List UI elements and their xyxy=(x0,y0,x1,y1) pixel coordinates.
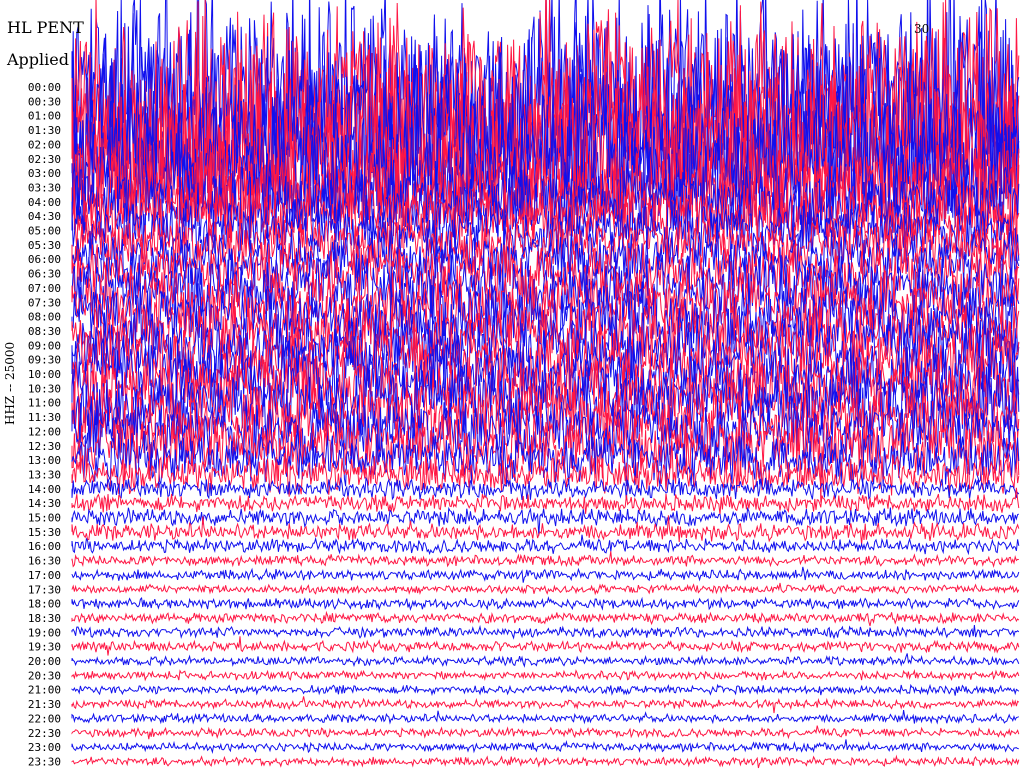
seismic-trace-row xyxy=(71,696,1020,714)
seismic-trace-row xyxy=(71,534,1020,556)
time-tick-label: 01:00 xyxy=(28,110,61,123)
time-tick-label: 15:00 xyxy=(28,512,61,525)
time-tick-label: 09:30 xyxy=(28,354,61,367)
seismic-trace-row xyxy=(71,668,1020,682)
time-tick-label: 16:00 xyxy=(28,540,61,553)
seismic-trace-row xyxy=(71,624,1020,640)
plot-subtitle: Applied xyxy=(7,50,69,69)
time-tick-label: 08:30 xyxy=(28,325,61,338)
time-tick-label: 21:30 xyxy=(28,698,61,711)
time-tick-label: 07:00 xyxy=(28,282,61,295)
time-tick-label: 09:00 xyxy=(28,339,61,352)
time-tick-label: 05:30 xyxy=(28,239,61,252)
time-tick-label: 14:00 xyxy=(28,483,61,496)
time-axis-labels: 00:0000:30 01:0001:3002:00 02:3003:0003:30… xyxy=(28,81,61,768)
time-tick-label: 02:30 xyxy=(28,153,61,166)
seismic-trace-row xyxy=(71,566,1020,583)
time-tick-label: 00:30 xyxy=(28,95,61,108)
time-tick-label: 11:30 xyxy=(28,411,61,424)
time-tick-label: 13:00 xyxy=(28,454,61,467)
seismic-trace-row xyxy=(71,582,1020,596)
time-tick-label: 14:30 xyxy=(28,497,61,510)
seismic-trace-row xyxy=(71,636,1020,656)
helicorder-plot: 00:0000:30 01:0001:3002:00 02:3003:0003:30… xyxy=(28,0,1020,769)
time-tick-label: 22:30 xyxy=(28,727,61,740)
time-tick-label: 12:30 xyxy=(28,440,61,453)
time-tick-label: 10:00 xyxy=(28,368,61,381)
time-tick-label: 18:30 xyxy=(28,612,61,625)
time-tick-label: 05:00 xyxy=(28,225,61,238)
time-tick-label: 08:00 xyxy=(28,311,61,324)
time-tick-label: 23:30 xyxy=(28,755,61,768)
time-tick-label: 23:00 xyxy=(28,741,61,754)
time-tick-label: 19:30 xyxy=(28,641,61,654)
time-tick-label: 10:30 xyxy=(28,382,61,395)
time-tick-label: 17:00 xyxy=(28,569,61,582)
y-axis-label: HHZ -- 25000 xyxy=(3,341,17,425)
time-tick-label: 04:00 xyxy=(28,196,61,209)
time-tick-label: 12:00 xyxy=(28,425,61,438)
seismic-trace-row xyxy=(71,683,1020,697)
time-tick-label: 11:00 xyxy=(28,397,61,410)
time-tick-label: 04:30 xyxy=(28,210,61,223)
seismic-trace-row xyxy=(71,739,1019,754)
seismic-trace-row xyxy=(71,725,1020,740)
time-tick-label: 20:30 xyxy=(28,669,61,682)
time-tick-label: 19:00 xyxy=(28,626,61,639)
seismic-trace-row xyxy=(71,610,1020,627)
time-tick-label: 21:00 xyxy=(28,684,61,697)
seismic-trace-row xyxy=(71,551,1019,568)
time-tick-label: 03:00 xyxy=(28,167,61,180)
time-tick-label: 16:30 xyxy=(28,555,61,568)
time-tick-label: 06:30 xyxy=(28,268,61,281)
time-tick-label: 02:00 xyxy=(28,138,61,151)
time-tick-label: 03:30 xyxy=(28,181,61,194)
plot-title: HL PENT xyxy=(7,18,84,37)
time-tick-label: 06:00 xyxy=(28,253,61,266)
seismic-traces xyxy=(71,0,1020,769)
time-tick-label: 17:30 xyxy=(28,583,61,596)
time-tick-label: 01:30 xyxy=(28,124,61,137)
time-tick-label: 00:00 xyxy=(28,81,61,94)
time-tick-label: 15:30 xyxy=(28,526,61,539)
seismic-trace-row xyxy=(71,710,1019,725)
time-tick-label: 20:00 xyxy=(28,655,61,668)
time-tick-label: 07:30 xyxy=(28,296,61,309)
time-tick-label: 18:00 xyxy=(28,598,61,611)
seismic-trace-row xyxy=(71,596,1020,612)
seismic-trace-row xyxy=(71,754,1020,769)
corner-label: 30 xyxy=(914,22,930,36)
time-tick-label: 13:30 xyxy=(28,468,61,481)
seismic-trace-row xyxy=(71,653,1020,668)
time-tick-label: 22:00 xyxy=(28,712,61,725)
